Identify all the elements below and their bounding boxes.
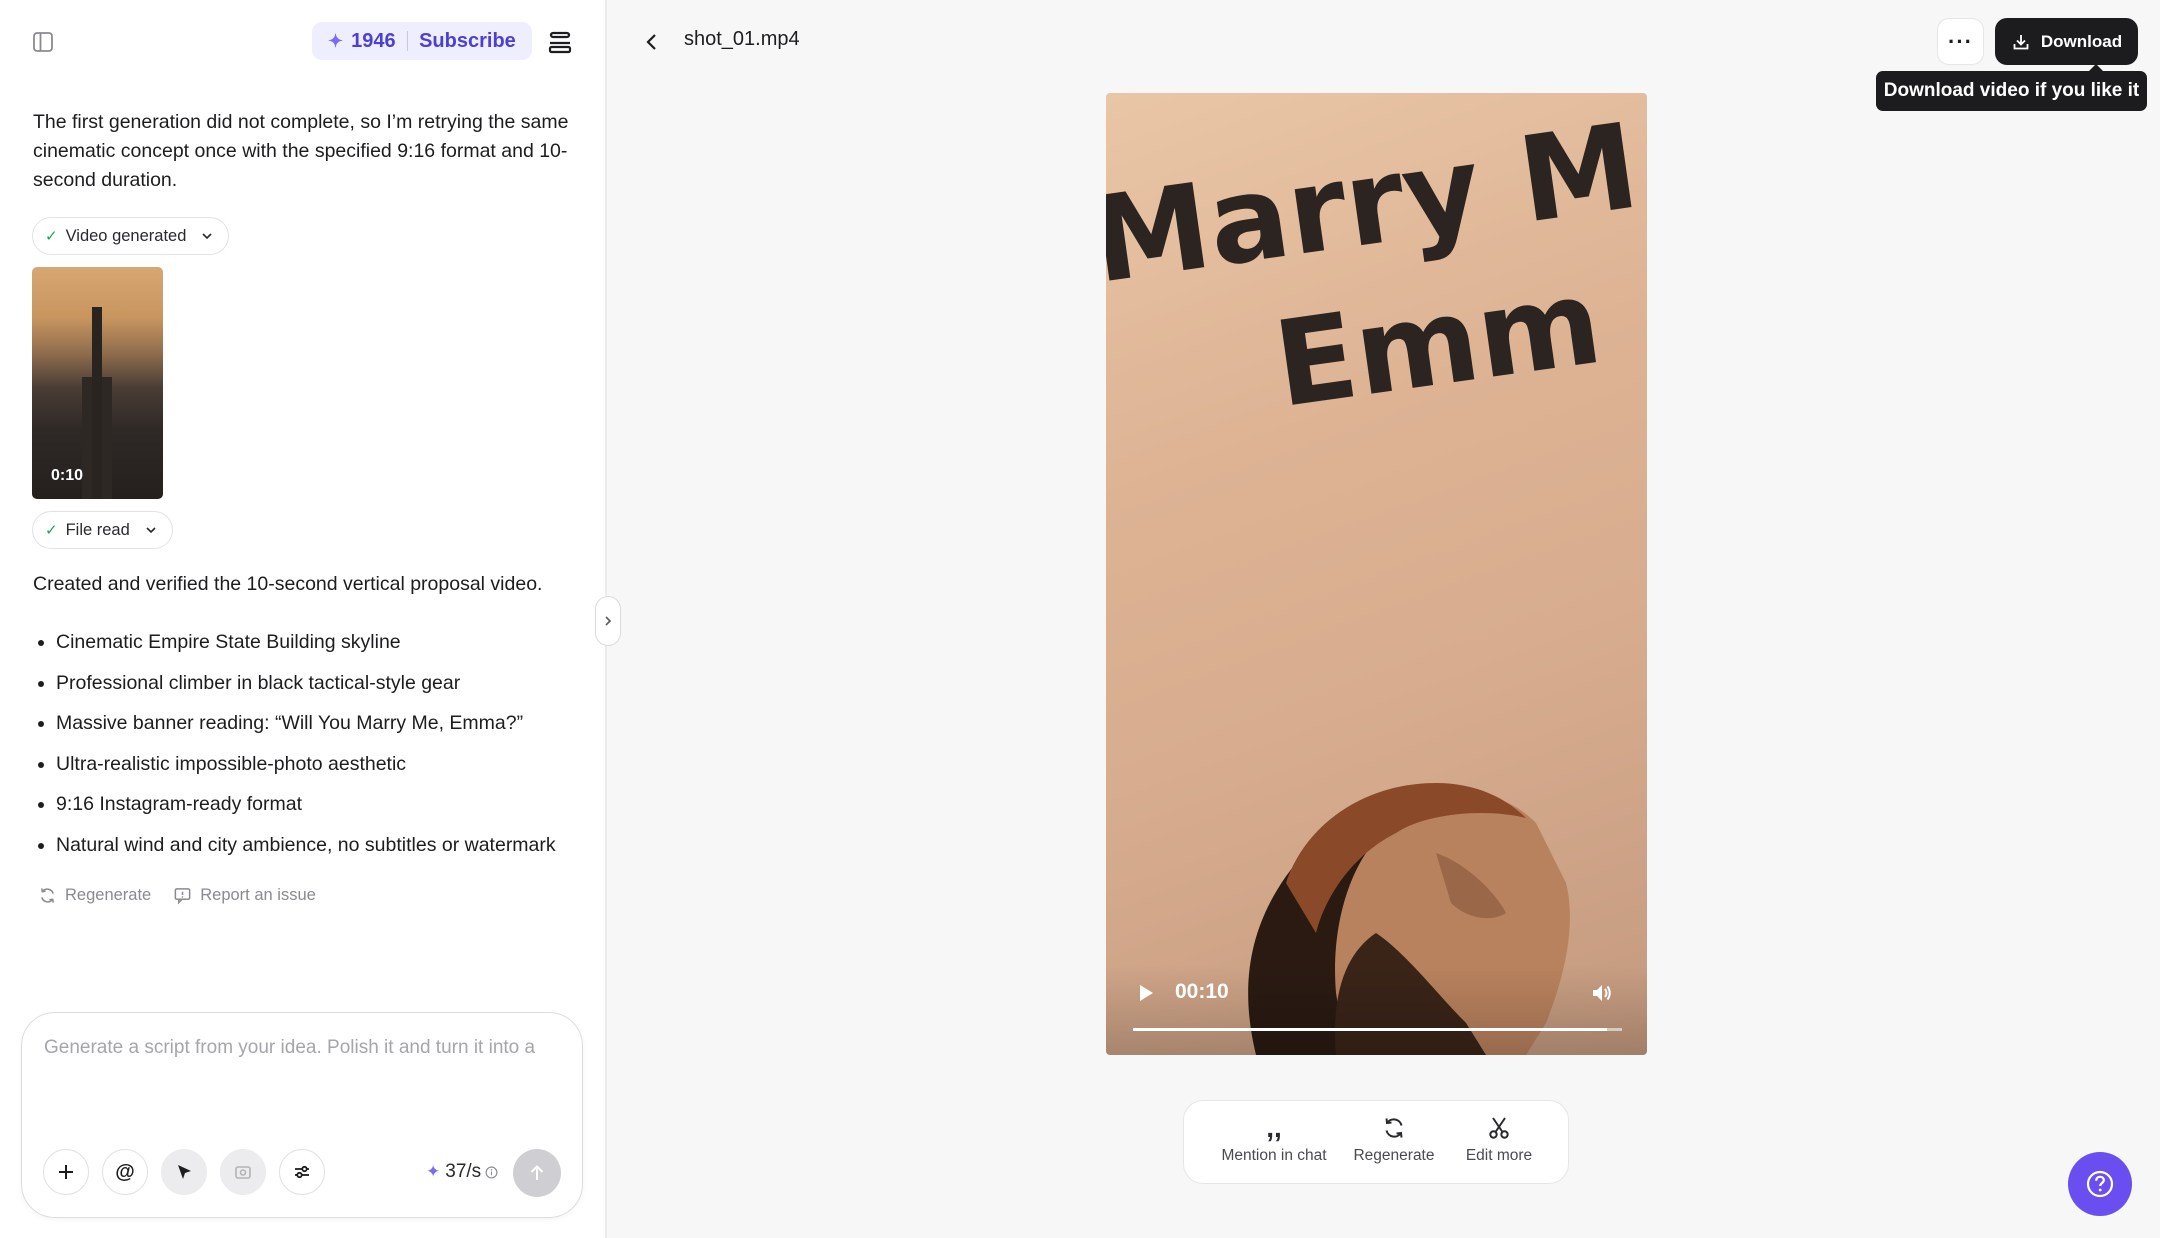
message-actions: Regenerate Report an issue [38,886,316,905]
info-icon[interactable] [485,1166,498,1179]
regenerate-button[interactable]: Regenerate [38,886,151,905]
download-tooltip: Download video if you like it [1876,64,2147,111]
play-icon[interactable] [1136,983,1156,1003]
settings-button[interactable] [279,1149,325,1195]
help-button[interactable] [2068,1152,2132,1216]
chip-label: File read [65,520,130,539]
pointer-icon [178,1165,191,1179]
camera-icon [235,1166,251,1179]
refresh-icon [1385,1118,1403,1138]
list-item: 9:16 Instagram-ready format [33,790,593,831]
video-generated-chip[interactable]: ✓ Video generated [32,217,230,255]
thumbnail-duration: 0:10 [51,467,84,484]
file-read-chip[interactable]: ✓ File read [32,511,173,549]
assistant-summary-text: Created and verified the 10-second verti… [33,573,543,595]
feature-list: Cinematic Empire State Building skyline … [33,628,593,872]
regenerate-video-button[interactable]: Regenerate [1344,1115,1444,1165]
more-icon: ··· [1948,28,1973,54]
check-icon: ✓ [45,522,58,539]
credits-subscribe-pill[interactable]: ✦ 1946 Subscribe [312,22,532,60]
pointer-mode-button[interactable] [161,1149,207,1195]
download-button[interactable]: Download [1995,18,2138,65]
back-button[interactable] [640,30,664,54]
chat-composer: Generate a script from your idea. Polish… [21,1012,583,1218]
sidebar-toggle-icon[interactable] [31,30,55,54]
add-button[interactable] [43,1149,89,1195]
list-item: Professional climber in black tactical-s… [33,669,593,710]
collapse-panel-button[interactable] [595,596,621,646]
check-icon: ✓ [45,228,58,245]
scissors-icon [1489,1117,1509,1139]
more-options-button[interactable]: ··· [1937,18,1984,65]
edit-more-button[interactable]: Edit more [1454,1115,1544,1165]
quote-icon: ,, [1266,1112,1282,1143]
mention-button[interactable]: @ [102,1149,148,1195]
report-icon [174,888,191,905]
chevron-down-icon [146,527,156,534]
chip-label: Video generated [65,226,187,245]
chevron-left-icon [646,34,656,50]
sliders-icon [295,1165,309,1179]
help-icon [2086,1170,2114,1198]
send-button[interactable] [513,1149,561,1197]
video-thumbnail[interactable]: 0:10 [32,267,163,499]
rate-indicator: ✦ 37/s [426,1161,498,1183]
sparkle-icon: ✦ [328,30,344,51]
video-progress-fill [1133,1028,1608,1031]
video-progress-bar[interactable] [1133,1028,1622,1031]
subscribe-link[interactable]: Subscribe [419,30,516,53]
video-controls [1106,965,1647,1055]
stack-menu-icon[interactable] [546,28,574,56]
credits-count: 1946 [351,29,396,52]
mention-in-chat-button[interactable]: ,, Mention in chat [1214,1112,1334,1165]
file-title: shot_01.mp4 [684,28,800,50]
sparkle-icon: ✦ [426,1162,441,1181]
download-icon [2013,34,2029,49]
assistant-intro-text: The first generation did not complete, s… [33,111,569,191]
video-action-toolbar: ,, Mention in chat Regenerate Edit more [1183,1100,1569,1184]
regenerate-icon [41,888,54,903]
plus-icon [59,1165,73,1179]
chat-panel: ✦ 1946 Subscribe The first generation di… [0,0,621,1238]
list-item: Natural wind and city ambience, no subti… [33,831,593,872]
list-item: Ultra-realistic impossible-photo aesthet… [33,750,593,791]
chevron-down-icon [202,233,212,240]
volume-icon[interactable] [1590,981,1614,1005]
report-issue-button[interactable]: Report an issue [173,886,316,905]
list-item: Cinematic Empire State Building skyline [33,628,593,669]
man-looking-up-image [1248,783,1570,1055]
prompt-input[interactable]: Generate a script from your idea. Polish… [44,1037,564,1059]
camera-button[interactable] [220,1149,266,1195]
video-time: 00:10 [1175,980,1229,1003]
at-icon: @ [115,1160,135,1183]
send-arrow-icon [530,1165,544,1180]
list-item: Massive banner reading: “Will You Marry … [33,709,593,750]
chevron-right-icon [605,616,612,626]
video-player[interactable]: Marry M Emm 00:10 [1106,93,1647,1055]
